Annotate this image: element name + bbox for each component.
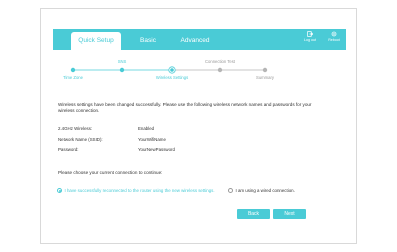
step-label-wireless-settings: Wireless Settings <box>155 75 189 80</box>
back-button[interactable]: Back <box>237 209 270 219</box>
stepper-track <box>70 66 268 74</box>
tab-basic[interactable]: Basic <box>135 32 161 50</box>
ssid-value: YourWifiName <box>138 137 166 142</box>
logout-icon <box>307 31 313 37</box>
option-wireless-reconnected[interactable]: I have successfully reconnected to the r… <box>57 186 215 194</box>
option-wired-label: I am using a wired connection. <box>235 187 295 193</box>
next-button[interactable]: Next <box>273 209 306 219</box>
tab-advanced[interactable]: Advanced <box>175 32 215 50</box>
logout-button[interactable]: Log out <box>297 31 323 42</box>
password-value: YourNewPassword <box>138 147 175 152</box>
reboot-icon <box>331 31 337 37</box>
step-label-summary: Summary <box>256 75 274 80</box>
password-label: Password: <box>58 147 79 152</box>
step-label-time-zone: Time Zone <box>63 75 83 80</box>
step-dot-connection-test <box>217 67 223 73</box>
setup-progress-stepper: Time Zone SNS Wireless Settings Connecti… <box>53 58 346 86</box>
radio-checked-icon[interactable] <box>57 187 62 193</box>
reboot-button[interactable]: Reboot <box>321 31 347 42</box>
tab-quick-setup[interactable]: Quick Setup <box>71 32 121 50</box>
logout-label: Log out <box>304 38 316 42</box>
step-dot-time-zone <box>70 67 76 73</box>
step-dot-summary <box>262 67 268 73</box>
step-dot-sns <box>119 67 125 73</box>
radio-unchecked-icon[interactable] <box>228 187 233 193</box>
connection-prompt: Please choose your current connection to… <box>58 170 163 175</box>
reboot-label: Reboot <box>328 38 340 42</box>
option-wireless-label: I have successfully reconnected to the r… <box>64 187 215 193</box>
wireless-band-value: Enabled <box>138 126 155 131</box>
option-wired-connection[interactable]: I am using a wired connection. <box>228 186 295 194</box>
step-label-connection-test: Connection Test <box>205 59 235 64</box>
step-label-sns: SNS <box>117 59 127 64</box>
ssid-label: Network Name (SSID): <box>58 137 103 142</box>
success-message: Wireless settings have been changed succ… <box>58 102 312 114</box>
top-navigation-bar: Quick Setup Basic Advanced Log out Reboo… <box>53 29 346 50</box>
wireless-band-label: 2.4GHz Wireless: <box>58 126 93 131</box>
